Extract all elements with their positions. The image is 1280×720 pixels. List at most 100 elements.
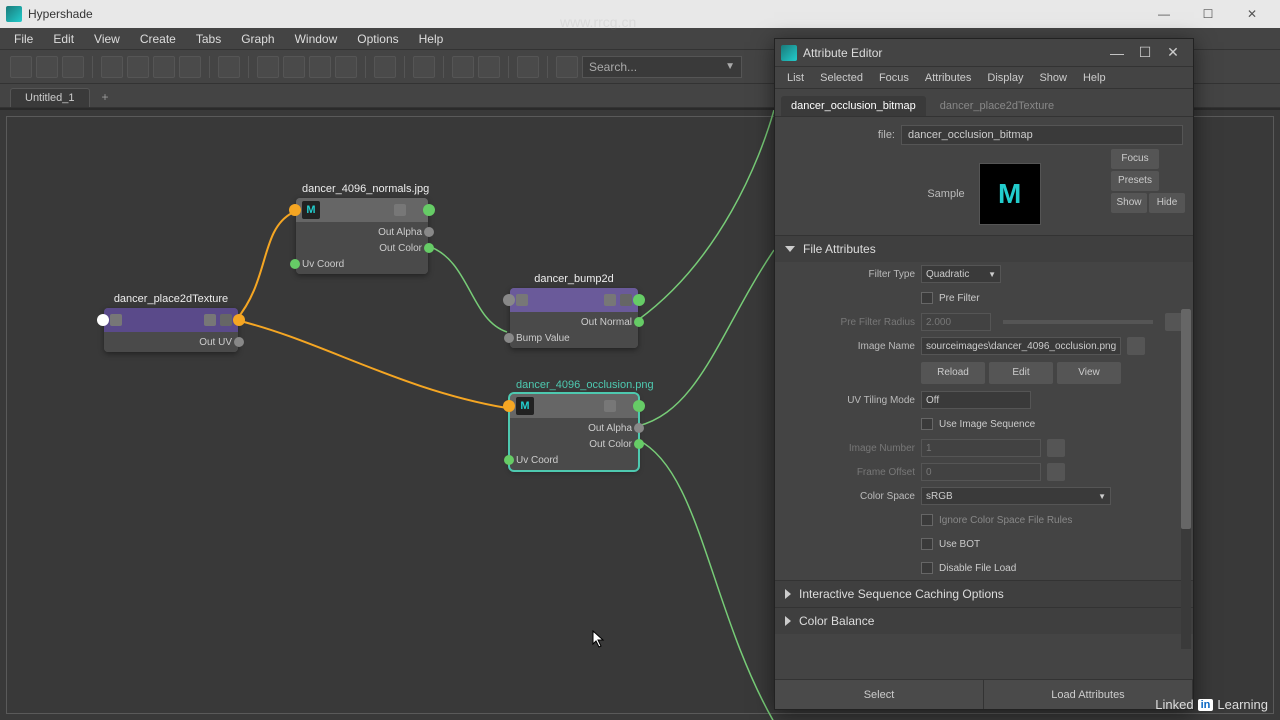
pre-filter-radius-field[interactable]: [921, 313, 991, 331]
node-menu-icon[interactable]: [604, 400, 616, 412]
node-place2dtexture[interactable]: dancer_place2dTexture Out UV: [104, 308, 238, 352]
disable-file-load-checkbox[interactable]: [921, 562, 933, 574]
ae-menu-focus[interactable]: Focus: [871, 70, 917, 86]
ae-file-field[interactable]: [901, 125, 1183, 145]
node-menu-icon[interactable]: [604, 294, 616, 306]
node-head-port-in[interactable]: [289, 204, 301, 216]
graph-tab-new[interactable]: +: [94, 87, 117, 107]
menu-help[interactable]: Help: [409, 30, 454, 48]
node-menu-icon[interactable]: [204, 314, 216, 326]
ae-focus-button[interactable]: Focus: [1111, 149, 1159, 169]
ae-tab-occlusion[interactable]: dancer_occlusion_bitmap: [781, 96, 926, 116]
tool-zoom-icon[interactable]: [374, 56, 396, 78]
port-out-alpha[interactable]: [424, 227, 434, 237]
ae-show-button[interactable]: Show: [1111, 193, 1147, 213]
port-out-alpha[interactable]: [634, 423, 644, 433]
node-options-icon[interactable]: [620, 400, 632, 412]
port-out-uv[interactable]: [234, 337, 244, 347]
tool-grid-icon[interactable]: [452, 56, 474, 78]
tool-sync-icon[interactable]: [556, 56, 578, 78]
tool-input-icon[interactable]: [36, 56, 58, 78]
tool-rearrange-icon[interactable]: [153, 56, 175, 78]
pre-filter-radius-slider[interactable]: [1003, 320, 1153, 324]
ae-minimize-button[interactable]: —: [1103, 45, 1131, 61]
filter-type-select[interactable]: Quadratic ▼: [921, 265, 1001, 283]
ae-sample-swatch[interactable]: M: [979, 163, 1041, 225]
window-minimize-button[interactable]: —: [1142, 3, 1186, 25]
tool-add-icon[interactable]: [101, 56, 123, 78]
ae-section-header[interactable]: Color Balance: [775, 608, 1193, 634]
tool-frame-icon[interactable]: [413, 56, 435, 78]
node-head-port-out[interactable]: [633, 400, 645, 412]
ae-close-button[interactable]: ✕: [1159, 44, 1187, 61]
use-image-sequence-checkbox[interactable]: [921, 418, 933, 430]
view-button[interactable]: View: [1057, 362, 1121, 384]
tool-clear-icon[interactable]: [179, 56, 201, 78]
ae-scrollbar[interactable]: [1181, 309, 1191, 649]
node-menu-icon[interactable]: [394, 204, 406, 216]
menu-file[interactable]: File: [4, 30, 43, 48]
ae-menu-display[interactable]: Display: [979, 70, 1031, 86]
node-options-icon[interactable]: [620, 294, 632, 306]
tool-layout1-icon[interactable]: [257, 56, 279, 78]
tool-expand-icon[interactable]: [218, 56, 240, 78]
ae-menu-show[interactable]: Show: [1031, 70, 1075, 86]
menu-tabs[interactable]: Tabs: [186, 30, 231, 48]
port-out-color[interactable]: [634, 439, 644, 449]
ignore-colorspace-checkbox[interactable]: [921, 514, 933, 526]
ae-menu-selected[interactable]: Selected: [812, 70, 871, 86]
tool-snap-icon[interactable]: [478, 56, 500, 78]
tool-split-icon[interactable]: [517, 56, 539, 78]
ae-presets-button[interactable]: Presets: [1111, 171, 1159, 191]
node-normals-file[interactable]: dancer_4096_normals.jpg M Out Alpha Out …: [296, 198, 428, 274]
use-bot-checkbox[interactable]: [921, 538, 933, 550]
ae-section-header[interactable]: Interactive Sequence Caching Options: [775, 581, 1193, 607]
port-in-uvcoord[interactable]: [504, 455, 514, 465]
tool-layout4-icon[interactable]: [335, 56, 357, 78]
node-head-port-out[interactable]: [633, 294, 645, 306]
node-head-port-in[interactable]: [503, 400, 515, 412]
node-head-port-in[interactable]: [97, 314, 109, 326]
port-out-normal[interactable]: [634, 317, 644, 327]
tool-layout2-icon[interactable]: [283, 56, 305, 78]
menu-window[interactable]: Window: [285, 30, 348, 48]
frame-offset-field[interactable]: [921, 463, 1041, 481]
pre-filter-checkbox[interactable]: [921, 292, 933, 304]
graph-tab-active[interactable]: Untitled_1: [10, 88, 90, 107]
port-out-color[interactable]: [424, 243, 434, 253]
port-in-uvcoord[interactable]: [290, 259, 300, 269]
menu-view[interactable]: View: [84, 30, 130, 48]
ae-menu-help[interactable]: Help: [1075, 70, 1114, 86]
window-close-button[interactable]: ✕: [1230, 3, 1274, 25]
image-number-field[interactable]: [921, 439, 1041, 457]
menu-graph[interactable]: Graph: [231, 30, 284, 48]
tool-input-output-icon[interactable]: [10, 56, 32, 78]
image-name-field[interactable]: [921, 337, 1121, 355]
menu-edit[interactable]: Edit: [43, 30, 84, 48]
image-name-browse-icon[interactable]: [1127, 337, 1145, 355]
toolbar-search[interactable]: Search... ▼: [582, 56, 742, 78]
menu-create[interactable]: Create: [130, 30, 186, 48]
ae-tab-place2d[interactable]: dancer_place2dTexture: [930, 96, 1064, 116]
node-bump2d[interactable]: dancer_bump2d Out Normal Bump Value: [510, 288, 638, 348]
frame-offset-map-icon[interactable]: [1047, 463, 1065, 481]
ae-select-button[interactable]: Select: [775, 680, 984, 709]
image-number-map-icon[interactable]: [1047, 439, 1065, 457]
color-space-select[interactable]: sRGB ▼: [921, 487, 1111, 505]
ae-menu-attributes[interactable]: Attributes: [917, 70, 979, 86]
tool-remove-icon[interactable]: [127, 56, 149, 78]
reload-button[interactable]: Reload: [921, 362, 985, 384]
window-maximize-button[interactable]: ☐: [1186, 3, 1230, 25]
ae-menu-list[interactable]: List: [779, 70, 812, 86]
ae-maximize-button[interactable]: ☐: [1131, 44, 1159, 61]
menu-options[interactable]: Options: [347, 30, 408, 48]
ae-hide-button[interactable]: Hide: [1149, 193, 1185, 213]
ae-section-header[interactable]: File Attributes: [775, 236, 1193, 262]
port-in-bumpvalue[interactable]: [504, 333, 514, 343]
tool-layout3-icon[interactable]: [309, 56, 331, 78]
node-occlusion-file[interactable]: dancer_4096_occlusion.png M Out Alpha Ou…: [510, 394, 638, 470]
node-head-port-out[interactable]: [233, 314, 245, 326]
ae-scrollbar-thumb[interactable]: [1181, 309, 1191, 529]
node-head-port-in[interactable]: [503, 294, 515, 306]
node-head-port-out[interactable]: [423, 204, 435, 216]
